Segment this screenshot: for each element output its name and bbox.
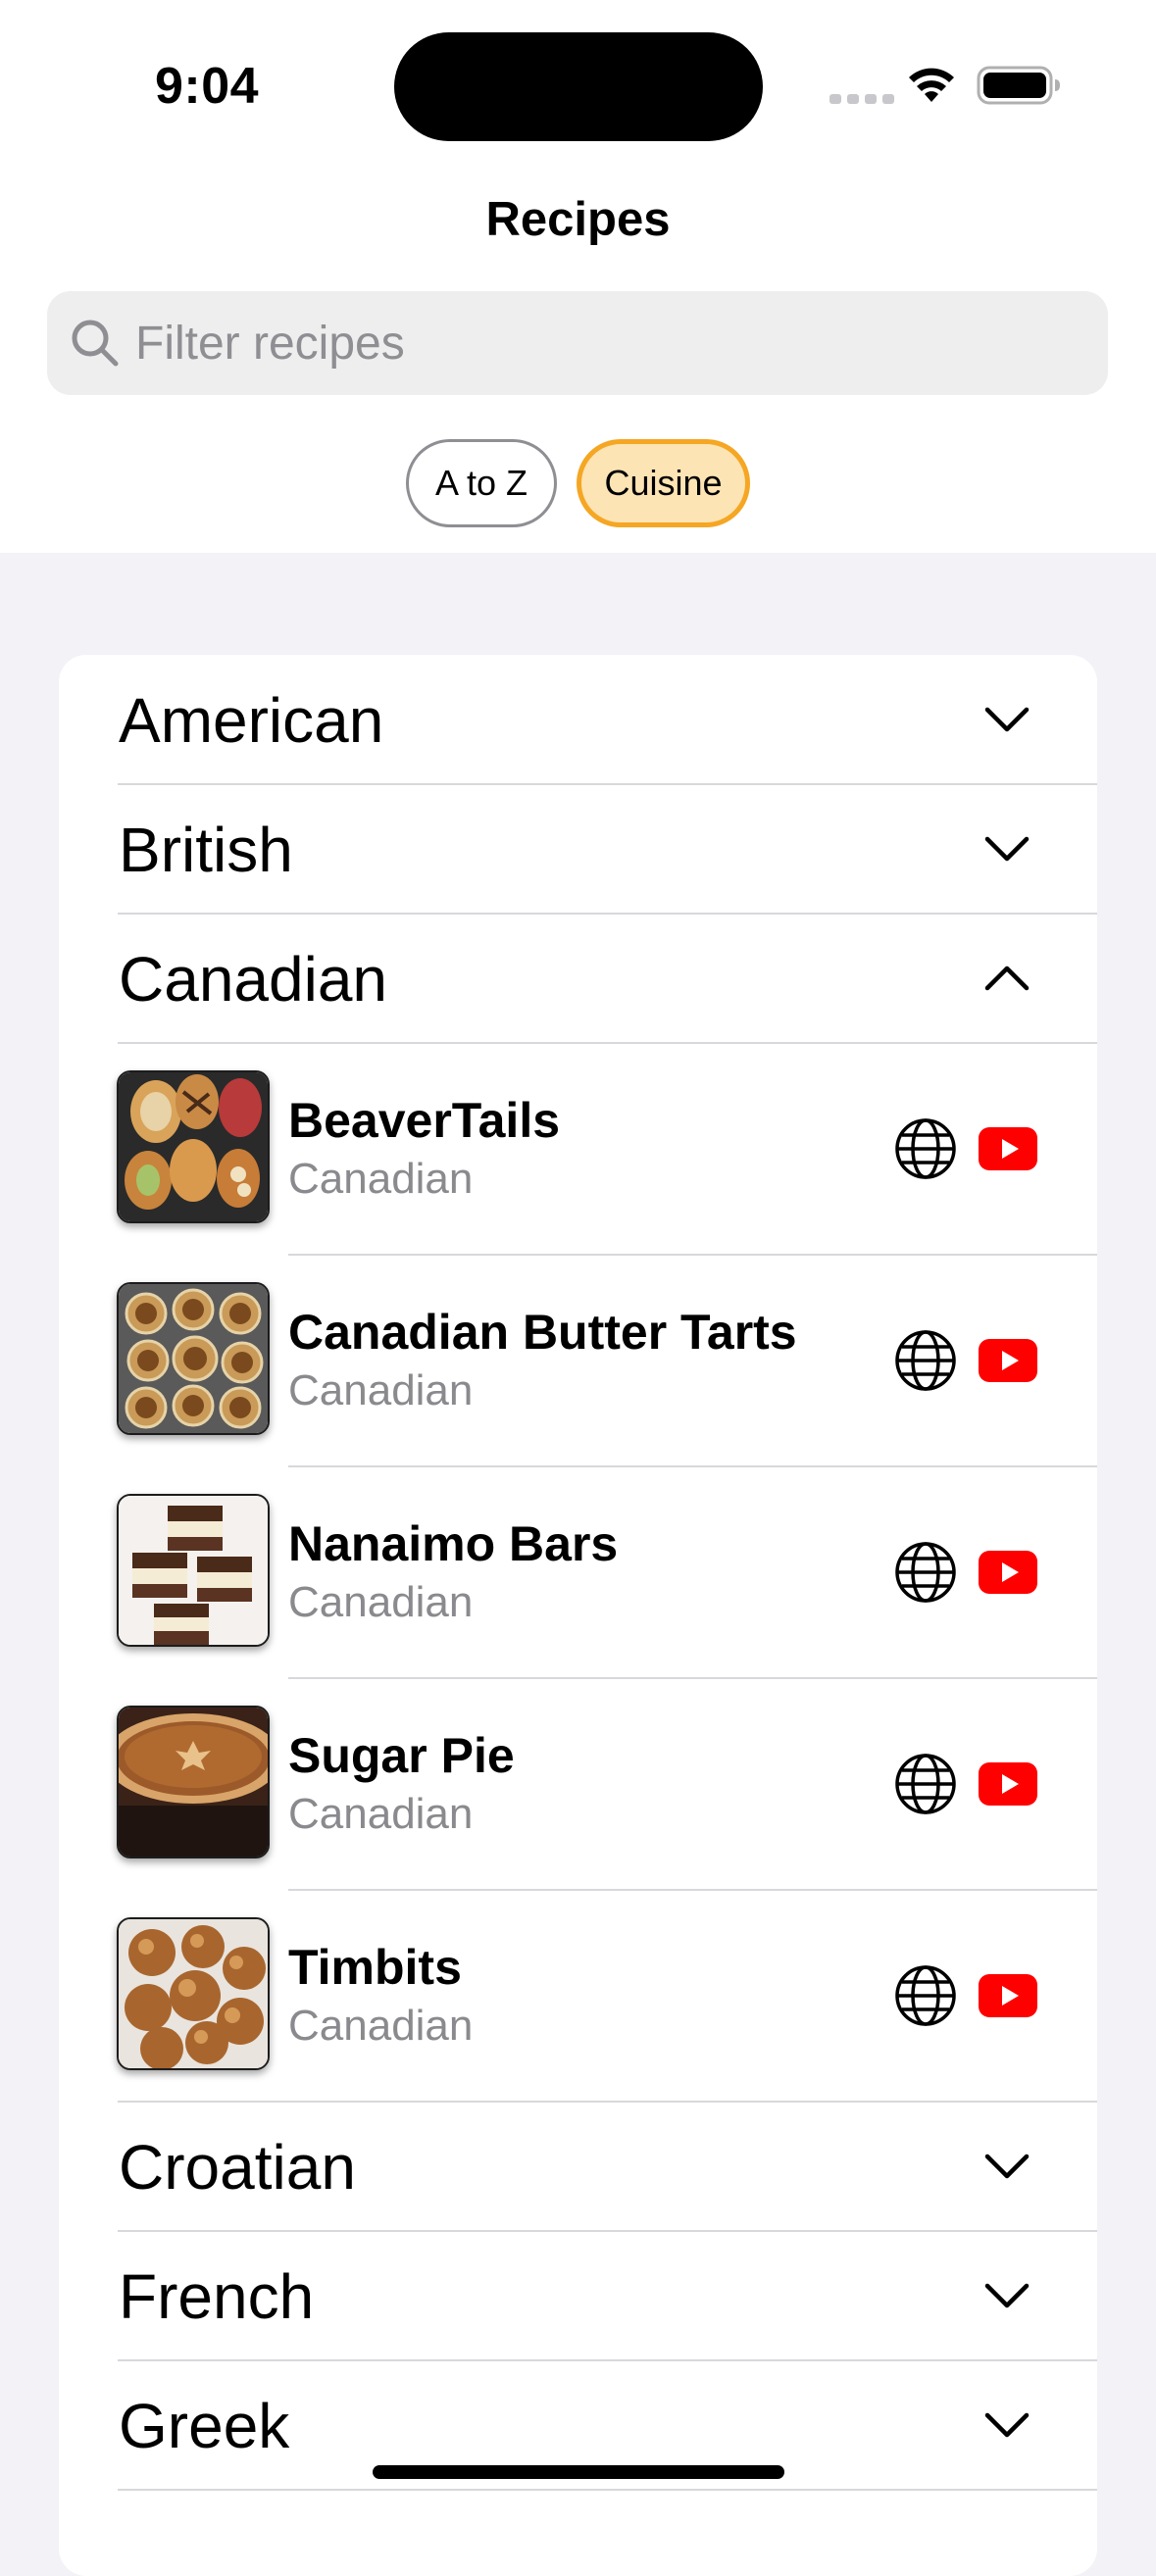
search-bar[interactable] [47,291,1108,395]
chevron-down-icon [984,2283,1030,2308]
chevron-down-icon [984,2154,1030,2179]
chevron-up-icon [984,966,1030,991]
youtube-icon[interactable] [979,1339,1037,1382]
chevron-down-icon [984,2412,1030,2438]
recipe-cuisine: Canadian [288,1155,474,1203]
divider [118,2489,1097,2491]
recipe-name: Canadian Butter Tarts [288,1305,797,1360]
section-british[interactable]: British [59,784,1097,914]
globe-icon[interactable] [894,1753,957,1815]
wifi-icon [909,68,954,102]
chevron-down-icon [984,836,1030,862]
recipe-row-sugar-pie[interactable]: Sugar Pie Canadian [59,1678,1097,1890]
recipe-thumbnail [117,1282,270,1435]
section-label: British [119,815,293,885]
recipe-name: Timbits [288,1940,462,1995]
section-french[interactable]: French [59,2231,1097,2360]
recipe-row-timbits[interactable]: Timbits Canadian [59,1890,1097,2102]
search-input[interactable] [135,316,1018,371]
recipe-cuisine: Canadian [288,2002,474,2050]
globe-icon[interactable] [894,1964,957,2027]
section-american[interactable]: American [59,655,1097,784]
recipe-cuisine: Canadian [288,1578,474,1626]
header: 9:04 Recipes A to Z Cuisine [0,0,1156,553]
section-croatian[interactable]: Croatian [59,2102,1097,2231]
globe-icon[interactable] [894,1117,957,1180]
youtube-icon[interactable] [979,1127,1037,1170]
recipe-cuisine: Canadian [288,1790,474,1838]
section-canadian[interactable]: Canadian [59,914,1097,1043]
recipe-name: BeaverTails [288,1093,561,1148]
status-time: 9:04 [155,58,260,115]
dynamic-island [394,32,763,141]
recipe-thumbnail [117,1070,270,1223]
recipe-row-nanaimo-bars[interactable]: Nanaimo Bars Canadian [59,1466,1097,1678]
section-label: Croatian [119,2132,356,2203]
globe-icon[interactable] [894,1541,957,1604]
recipe-row-beavertails[interactable]: BeaverTails Canadian [59,1043,1097,1255]
sort-cuisine-button[interactable]: Cuisine [577,439,750,527]
section-label: French [119,2261,315,2332]
recipe-name: Sugar Pie [288,1728,515,1783]
search-icon [72,320,119,367]
chevron-down-icon [984,707,1030,732]
recipe-list: American British Canadian BeaverTails Ca… [59,655,1097,2576]
page-title: Recipes [485,193,671,246]
recipe-thumbnail [117,1706,270,1858]
sort-a-to-z-button[interactable]: A to Z [406,439,557,527]
youtube-icon[interactable] [979,1762,1037,1806]
home-indicator[interactable] [373,2465,784,2479]
recipe-name: Nanaimo Bars [288,1516,619,1571]
recipe-row-canadian-butter-tarts[interactable]: Canadian Butter Tarts Canadian [59,1255,1097,1466]
recipe-thumbnail [117,1494,270,1647]
section-label: Greek [119,2391,290,2461]
section-label: Canadian [119,944,387,1015]
youtube-icon[interactable] [979,1974,1037,2017]
youtube-icon[interactable] [979,1551,1037,1594]
battery-icon [977,66,1060,105]
cellular-signal-icon [829,94,894,104]
section-label: American [119,685,384,756]
recipe-thumbnail [117,1917,270,2070]
recipe-cuisine: Canadian [288,1366,474,1414]
globe-icon[interactable] [894,1329,957,1392]
